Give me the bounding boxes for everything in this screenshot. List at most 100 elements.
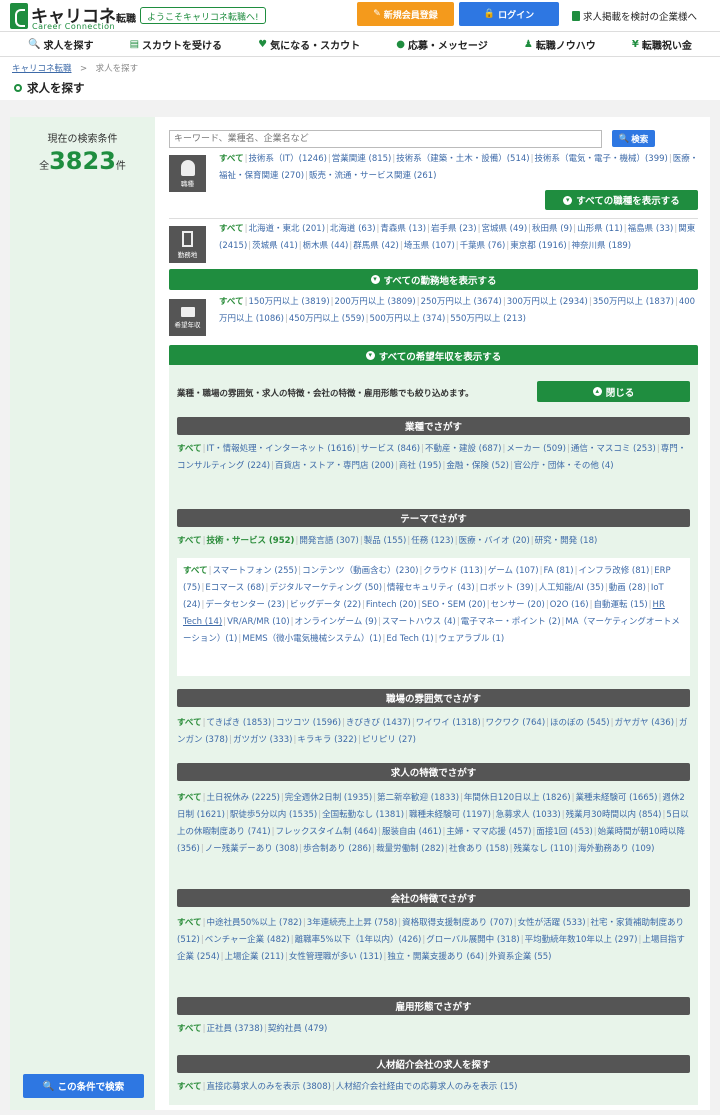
filter-link[interactable]: 年間休日120日以上 (1826) [464,793,571,803]
login-button[interactable]: 🔒 ログイン [459,2,559,26]
filter-link[interactable]: 離職率5%以下（1年以内）(426) [295,935,422,945]
filter-all-link[interactable]: すべて [177,1082,202,1092]
filter-link[interactable]: 金融・保険 (52) [446,461,509,471]
register-button[interactable]: ✎ 新規会員登録 [357,2,454,26]
filter-link[interactable]: 資格取得支援制度あり (707) [402,918,513,928]
filter-link[interactable]: 上場企業 (211) [224,952,284,962]
filter-link[interactable]: 神奈川県 (189) [572,241,632,251]
filter-link[interactable]: 開発言語 (307) [299,536,359,546]
filter-link[interactable]: 350万円以上 (1837) [593,297,674,307]
filter-link[interactable]: 主婦・ママ応援 (457) [446,827,531,837]
filter-link[interactable]: てきぱき (1853) [206,718,271,728]
filter-link[interactable]: 外資系企業 (55) [489,952,552,962]
filter-link[interactable]: 電子マネー・ポイント (2) [461,617,561,627]
filter-link[interactable]: SEO・SEM (20) [422,600,486,610]
show-all-jobs-button[interactable]: ▾ すべての職種を表示する [545,190,698,210]
filter-link[interactable]: 面接1回 (453) [536,827,592,837]
filter-link[interactable]: ノー残業デーあり (308) [205,844,299,854]
filter-link[interactable]: ビッグデータ (22) [290,600,361,610]
filter-link[interactable]: 研究・開発 (18) [535,536,598,546]
filter-link[interactable]: 業種未経験可 (1665) [575,793,657,803]
filter-all-link[interactable]: すべて [219,154,244,164]
filter-link[interactable]: ウェアラブル (1) [438,634,504,644]
filter-link[interactable]: グローバル展開中 (318) [426,935,519,945]
filter-link[interactable]: 医療・バイオ (20) [459,536,530,546]
show-all-salaries-button[interactable]: ▾ すべての希望年収を表示する [169,345,698,366]
filter-link[interactable]: ベンチャー企業 (482) [205,935,290,945]
filter-link[interactable]: O2O (16) [550,600,589,610]
filter-link[interactable]: 正社員 (3738) [206,1024,262,1034]
filter-link[interactable]: 任務 (123) [411,536,454,546]
nav-search-jobs[interactable]: 🔍 求人を探す [28,37,93,52]
filter-link[interactable]: 千葉県 (76) [460,241,506,251]
filter-link[interactable]: 福島県 (33) [628,224,674,234]
filter-link[interactable]: 北海道・東北 (201) [248,224,325,234]
filter-link[interactable]: 社食あり (158) [449,844,509,854]
filter-link[interactable]: ワイワイ (1318) [416,718,481,728]
employer-link[interactable]: 求人掲載を検討の企業様へ [572,9,697,23]
filter-all-link[interactable]: すべて [177,444,202,454]
filter-link[interactable]: 裁量労働制 (282) [376,844,444,854]
filter-link[interactable]: コンテンツ（動画含む）(230) [302,566,418,576]
filter-link[interactable]: 技術系（建築・土木・設備）(514) [396,154,529,164]
filter-link[interactable]: 不動産・建設 (687) [425,444,502,454]
filter-link[interactable]: 急募求人 (1033) [496,810,561,820]
filter-link[interactable]: ロボット (39) [480,583,534,593]
filter-link[interactable]: 完全週休2日制 (1935) [285,793,372,803]
filter-link[interactable]: ほのぼの (545) [550,718,610,728]
filter-all-link[interactable]: すべて [177,536,202,546]
filter-link[interactable]: 官公庁・団体・その他 (4) [514,461,614,471]
filter-link[interactable]: FA (81) [544,566,574,576]
filter-link[interactable]: 商社 (195) [399,461,442,471]
filter-link[interactable]: 残業月30時間以内 (854) [566,810,662,820]
filter-link[interactable]: 営業関連 (815) [332,154,392,164]
filter-link[interactable]: 岩手県 (23) [431,224,477,234]
filter-link[interactable]: 技術・サービス (952) [206,536,294,546]
filter-link[interactable]: ワクワク (764) [486,718,546,728]
filter-link[interactable]: VR/AR/MR (10) [227,617,290,627]
filter-link[interactable]: Eコマース (68) [205,583,264,593]
filter-all-link[interactable]: すべて [183,566,208,576]
breadcrumb-home[interactable]: キャリコネ転職 [12,64,72,74]
filter-link[interactable]: 300万円以上 (2934) [507,297,588,307]
filter-all-link[interactable]: すべて [177,718,202,728]
filter-link[interactable]: 中途社員50%以上 (782) [206,918,301,928]
filter-link[interactable]: 製品 (155) [364,536,407,546]
nav-bonus[interactable]: ¥ 転職祝い金 [632,37,692,52]
filter-link[interactable]: コツコツ (1596) [276,718,341,728]
filter-link[interactable]: 自動運転 (15) [594,600,648,610]
filter-link[interactable]: 女性が活躍 (533) [518,918,586,928]
filter-link[interactable]: 山形県 (11) [577,224,623,234]
filter-link[interactable]: 動画 (28) [609,583,646,593]
filter-link[interactable]: 平均勤続年数10年以上 (297) [525,935,638,945]
filter-link[interactable]: 服装自由 (461) [382,827,442,837]
filter-link[interactable]: 北海道 (63) [330,224,376,234]
filter-link[interactable]: 残業なし (110) [513,844,573,854]
filter-link[interactable]: サービス (846) [361,444,421,454]
filter-link[interactable]: Ed Tech (1) [386,634,433,644]
filter-link[interactable]: 技術系（IT）(1246) [248,154,326,164]
filter-link[interactable]: 人工知能/AI (35) [539,583,604,593]
nav-messages[interactable]: ● 応募・メッセージ [396,37,488,52]
filter-link[interactable]: キラキラ (322) [297,735,357,745]
filter-link[interactable]: 埼玉県 (107) [404,241,455,251]
filter-link[interactable]: 東京都 (1916) [510,241,566,251]
filter-link[interactable]: センサー (20) [491,600,545,610]
filter-link[interactable]: 直接応募求人のみを表示 (3808) [206,1082,330,1092]
filter-link[interactable]: きびきび (1437) [346,718,411,728]
filter-link[interactable]: 200万円以上 (3809) [335,297,416,307]
filter-link[interactable]: 茨城県 (41) [252,241,298,251]
filter-link[interactable]: 歩合制あり (286) [303,844,371,854]
search-with-conditions-button[interactable]: 🔍 この条件で検索 [23,1074,144,1098]
filter-link[interactable]: 250万円以上 (3674) [421,297,502,307]
filter-link[interactable]: ガツガツ (333) [233,735,293,745]
filter-all-link[interactable]: すべて [219,297,244,307]
filter-link[interactable]: 3年連続売上上昇 (758) [307,918,397,928]
filter-link[interactable]: 150万円以上 (3819) [248,297,329,307]
filter-link[interactable]: 女性管理職が多い (131) [289,952,383,962]
filter-link[interactable]: 職種未経験可 (1197) [409,810,491,820]
filter-link[interactable]: 人材紹介会社経由での応募求人のみを表示 (15) [336,1082,518,1092]
filter-link[interactable]: インフラ改修 (81) [578,566,649,576]
filter-link[interactable]: 販売・流通・サービス関連 (261) [309,171,437,181]
filter-link[interactable]: 海外勤務あり (109) [578,844,655,854]
